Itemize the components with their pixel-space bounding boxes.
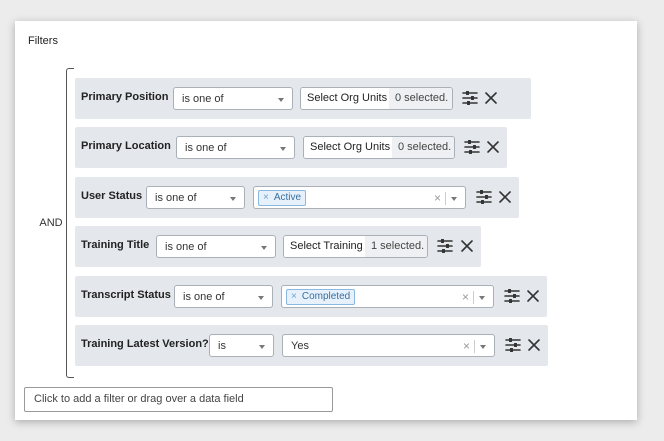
filter-row-training-latest-version: Training Latest Version? is Yes ×: [75, 325, 548, 366]
selected-tag: × Completed: [286, 289, 356, 305]
clear-icon[interactable]: ×: [463, 339, 470, 353]
select-org-units-button[interactable]: Select Org Units: [301, 88, 395, 109]
sliders-icon[interactable]: [475, 188, 493, 206]
selected-tag: × Active: [258, 190, 307, 206]
org-unit-picker: Select Org Units 0 selected.: [300, 87, 453, 110]
operator-select[interactable]: is: [209, 334, 274, 357]
close-icon[interactable]: [525, 336, 543, 354]
clear-icon[interactable]: ×: [434, 191, 441, 205]
tag-remove-icon[interactable]: ×: [291, 291, 297, 302]
divider: [473, 291, 474, 304]
chevron-down-icon[interactable]: [479, 296, 485, 300]
operator-value: is one of: [182, 93, 224, 105]
divider: [445, 192, 446, 205]
value-select[interactable]: Yes ×: [282, 334, 495, 357]
tag-remove-icon[interactable]: ×: [263, 192, 269, 203]
close-icon[interactable]: [484, 138, 502, 156]
filter-field-label: Training Title: [81, 239, 150, 251]
operator-select[interactable]: is one of: [146, 186, 245, 209]
filter-field-label: Primary Position: [81, 91, 169, 103]
operator-select[interactable]: is one of: [176, 136, 295, 159]
org-unit-picker: Select Org Units 0 selected.: [303, 136, 455, 159]
add-filter-input[interactable]: Click to add a filter or drag over a dat…: [24, 387, 333, 412]
and-bracket: [66, 68, 74, 378]
close-icon[interactable]: [458, 237, 476, 255]
status-multiselect[interactable]: × Completed ×: [281, 285, 494, 308]
chevron-down-icon: [230, 197, 236, 201]
chevron-down-icon: [261, 246, 267, 250]
filter-field-label: Primary Location: [81, 140, 171, 152]
divider: [474, 340, 475, 353]
filter-row-primary-position: Primary Position is one of Select Org Un…: [75, 78, 531, 119]
tag-label: Completed: [301, 291, 351, 302]
chevron-down-icon[interactable]: [451, 197, 457, 201]
sliders-icon[interactable]: [463, 138, 481, 156]
operator-value: is one of: [183, 291, 225, 303]
operator-select[interactable]: is one of: [156, 235, 276, 258]
filter-row-transcript-status: Transcript Status is one of × Completed ×: [75, 276, 547, 317]
select-org-units-button[interactable]: Select Org Units: [304, 137, 398, 158]
select-training-button[interactable]: Select Training: [284, 236, 370, 257]
selected-count: 0 selected.: [389, 88, 452, 109]
panel-title: Filters: [28, 35, 58, 47]
chevron-down-icon: [280, 147, 286, 151]
selected-value: Yes: [291, 340, 309, 352]
logic-operator-label[interactable]: AND: [38, 217, 64, 229]
filter-row-primary-location: Primary Location is one of Select Org Un…: [75, 127, 507, 168]
operator-value: is one of: [155, 192, 197, 204]
status-multiselect[interactable]: × Active ×: [253, 186, 466, 209]
chevron-down-icon: [259, 345, 265, 349]
sliders-icon[interactable]: [503, 287, 521, 305]
selected-count: 1 selected.: [365, 236, 427, 257]
operator-select[interactable]: is one of: [174, 285, 273, 308]
operator-select[interactable]: is one of: [173, 87, 293, 110]
sliders-icon[interactable]: [436, 237, 454, 255]
operator-value: is one of: [185, 142, 227, 154]
training-picker: Select Training 1 selected.: [283, 235, 428, 258]
operator-value: is one of: [165, 241, 207, 253]
filter-row-training-title: Training Title is one of Select Training…: [75, 226, 481, 267]
filter-field-label: Training Latest Version?: [81, 338, 209, 350]
filter-field-label: User Status: [81, 190, 143, 202]
close-icon[interactable]: [496, 188, 514, 206]
sliders-icon[interactable]: [504, 336, 522, 354]
chevron-down-icon[interactable]: [480, 345, 486, 349]
filter-field-label: Transcript Status: [81, 289, 171, 301]
chevron-down-icon: [278, 98, 284, 102]
chevron-down-icon: [258, 296, 264, 300]
operator-value: is: [218, 340, 226, 352]
close-icon[interactable]: [524, 287, 542, 305]
tag-label: Active: [273, 192, 302, 203]
filter-row-user-status: User Status is one of × Active ×: [75, 177, 519, 218]
sliders-icon[interactable]: [461, 89, 479, 107]
clear-icon[interactable]: ×: [462, 290, 469, 304]
close-icon[interactable]: [482, 89, 500, 107]
selected-count: 0 selected.: [392, 137, 454, 158]
